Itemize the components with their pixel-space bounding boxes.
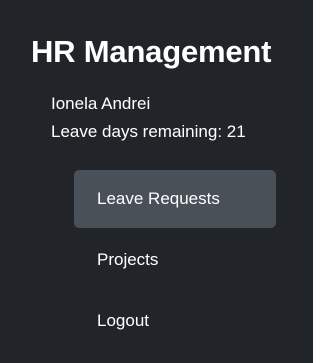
leave-days-remaining: Leave days remaining: 21 xyxy=(51,122,246,141)
sidebar: HR Management Ionela Andrei Leave days r… xyxy=(0,0,313,363)
nav-item-projects[interactable]: Projects xyxy=(74,231,276,289)
app-title: HR Management xyxy=(31,34,272,69)
nav-item-leave-requests[interactable]: Leave Requests xyxy=(74,170,276,228)
user-name: Ionela Andrei xyxy=(51,94,151,113)
nav-item-logout[interactable]: Logout xyxy=(74,292,276,350)
sidebar-nav: Leave Requests Projects Logout xyxy=(74,170,276,353)
